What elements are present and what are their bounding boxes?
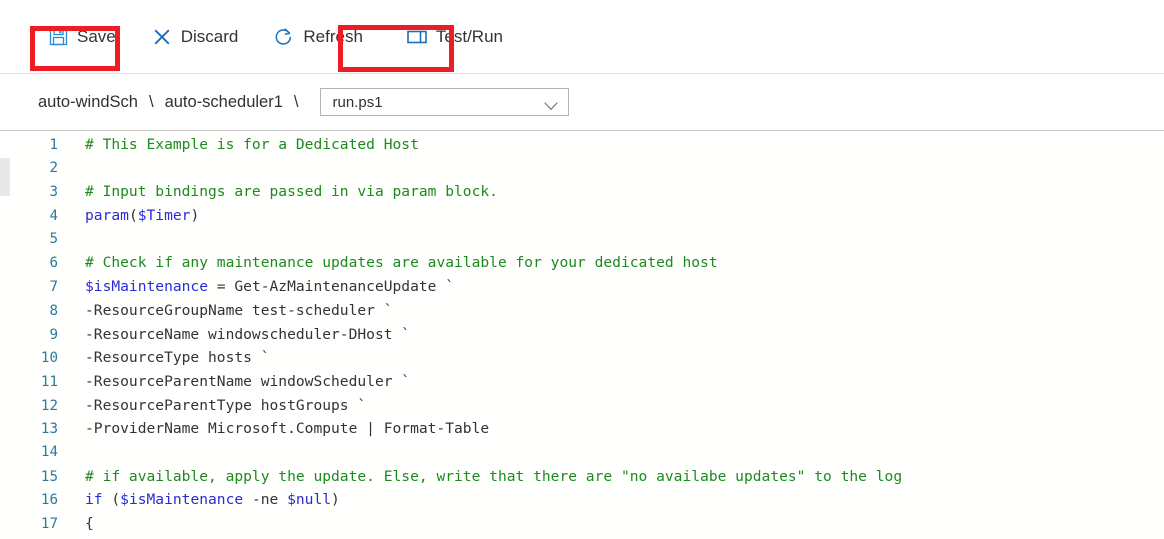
code-line[interactable]: 8 -ResourceGroupName test-scheduler ` <box>0 299 1164 323</box>
code-token-plain: = Get-AzMaintenanceUpdate ` <box>208 278 455 296</box>
breadcrumb-separator-1: \ <box>148 92 154 111</box>
code-line-text[interactable]: -ResourceName windowscheduler-DHost ` <box>58 323 410 347</box>
line-number: 4 <box>49 208 58 225</box>
code-token-variable: $Timer <box>137 207 191 225</box>
code-token-comment: # This Example is for a Dedicated Host <box>85 136 419 153</box>
line-number: 9 <box>49 326 58 343</box>
code-token-variable: $isMaintenance <box>85 278 209 296</box>
code-line-text[interactable]: -ResourceParentType hostGroups ` <box>58 394 366 418</box>
line-number: 17 <box>40 516 58 532</box>
code-line[interactable]: 4 param($Timer) <box>0 204 1164 228</box>
code-token-keyword: if <box>85 491 103 509</box>
chevron-down-icon <box>543 98 558 110</box>
refresh-button[interactable]: Refresh <box>264 19 373 55</box>
code-line[interactable]: 17 { <box>0 512 1164 536</box>
code-line[interactable]: 13 -ProviderName Microsoft.Compute | Form… <box>0 417 1164 441</box>
line-number: 7 <box>49 279 58 296</box>
refresh-circle-icon <box>274 27 294 47</box>
code-token-plain: ( <box>102 491 121 509</box>
command-bar: Save Discard Refresh Test/Run <box>0 0 1164 74</box>
breadcrumb: auto-windSch \ auto-scheduler1 \ run.ps1 <box>0 74 1164 131</box>
code-token-plain: -ne <box>243 491 288 509</box>
line-number: 6 <box>49 255 58 272</box>
code-token-plain: -ResourceParentName windowScheduler ` <box>85 372 411 390</box>
code-line-text[interactable]: -ResourceParentName windowScheduler ` <box>58 370 410 394</box>
code-line[interactable]: 10 -ResourceType hosts ` <box>0 346 1164 370</box>
line-number: 10 <box>40 350 58 367</box>
line-number: 14 <box>40 443 58 460</box>
code-token-plain: ) <box>190 207 200 225</box>
code-line[interactable]: 6 # Check if any maintenance updates are … <box>0 251 1164 275</box>
code-token-variable: $null <box>287 491 332 509</box>
save-button[interactable]: Save <box>38 19 126 55</box>
code-token-plain: { <box>85 515 94 532</box>
line-number: 1 <box>49 137 58 153</box>
code-token-plain: -ResourceGroupName test-scheduler ` <box>85 301 393 319</box>
code-token-plain: -ProviderName Microsoft.Compute | Format… <box>85 420 490 438</box>
close-x-icon <box>152 27 172 47</box>
line-number: 16 <box>40 492 58 509</box>
code-line[interactable]: 5 <box>0 228 1164 252</box>
code-line-text[interactable]: { <box>58 512 94 536</box>
line-number: 15 <box>40 468 58 485</box>
code-line[interactable]: 15 # if available, apply the update. Else… <box>0 465 1164 489</box>
code-line-text[interactable]: # if available, apply the update. Else, … <box>58 465 902 489</box>
line-number: 11 <box>40 373 58 390</box>
save-floppy-icon <box>48 27 68 47</box>
code-line-text[interactable]: -ResourceType hosts ` <box>58 346 270 370</box>
code-token-plain: -ResourceType hosts ` <box>85 349 270 367</box>
code-line[interactable]: 12 -ResourceParentType hostGroups ` <box>0 394 1164 418</box>
code-line[interactable]: 11 -ResourceParentName windowScheduler ` <box>0 370 1164 394</box>
code-token-plain: ) <box>331 491 340 509</box>
refresh-button-label: Refresh <box>303 27 363 46</box>
code-line-text[interactable]: param($Timer) <box>58 204 199 228</box>
code-line-text[interactable]: -ResourceGroupName test-scheduler ` <box>58 299 393 323</box>
breadcrumb-item-function[interactable]: auto-scheduler1 <box>165 93 283 112</box>
discard-button-label: Discard <box>180 27 239 46</box>
code-content[interactable]: 1 # This Example is for a Dedicated Host 2… <box>0 131 1164 536</box>
test-run-panel-icon <box>407 27 427 47</box>
line-number: 13 <box>40 421 58 438</box>
code-line[interactable]: 9 -ResourceName windowscheduler-DHost ` <box>0 323 1164 347</box>
discard-button[interactable]: Discard <box>142 19 249 55</box>
code-line-text[interactable]: -ProviderName Microsoft.Compute | Format… <box>58 417 489 441</box>
code-token-plain: ( <box>128 207 138 225</box>
line-number: 8 <box>49 302 58 319</box>
test-run-button-label: Test/Run <box>435 27 503 46</box>
code-line-text[interactable]: # This Example is for a Dedicated Host <box>58 133 419 157</box>
code-line-text[interactable]: # Input bindings are passed in via param… <box>58 180 498 204</box>
code-token-comment: # if available, apply the update. Else, … <box>85 467 903 485</box>
line-number: 12 <box>40 397 58 414</box>
code-token-variable: $isMaintenance <box>120 491 244 509</box>
code-token-plain: -ResourceParentType hostGroups ` <box>85 396 367 414</box>
code-line[interactable]: 3 # Input bindings are passed in via para… <box>0 180 1164 204</box>
code-token-comment: # Check if any maintenance updates are a… <box>85 254 718 272</box>
code-token-plain: -ResourceName windowscheduler-DHost ` <box>85 325 411 343</box>
code-token-comment: # Input bindings are passed in via param… <box>85 183 498 201</box>
code-line[interactable]: 16 if ($isMaintenance -ne $null) <box>0 488 1164 512</box>
code-line-text[interactable]: # Check if any maintenance updates are a… <box>58 251 718 275</box>
code-line[interactable]: 14 <box>0 441 1164 465</box>
editor-panel-handle[interactable] <box>0 158 10 196</box>
breadcrumb-separator-2: \ <box>293 92 299 111</box>
breadcrumb-item-app[interactable]: auto-windSch <box>38 93 138 112</box>
code-line[interactable]: 7 $isMaintenance = Get-AzMaintenanceUpdat… <box>0 275 1164 299</box>
code-line-text[interactable]: $isMaintenance = Get-AzMaintenanceUpdate… <box>58 275 454 299</box>
code-token-keyword: param <box>85 207 129 225</box>
save-button-label: Save <box>77 27 116 46</box>
file-selector-dropdown[interactable]: run.ps1 <box>319 88 569 116</box>
code-editor[interactable]: 1 # This Example is for a Dedicated Host 2… <box>0 131 1164 539</box>
file-selector-value: run.ps1 <box>332 93 383 111</box>
code-line-text[interactable]: if ($isMaintenance -ne $null) <box>58 488 340 512</box>
line-number: 5 <box>49 230 58 247</box>
code-line[interactable]: 2 <box>0 157 1164 181</box>
code-line[interactable]: 1 # This Example is for a Dedicated Host <box>0 133 1164 157</box>
test-run-button[interactable]: Test/Run <box>397 19 513 55</box>
